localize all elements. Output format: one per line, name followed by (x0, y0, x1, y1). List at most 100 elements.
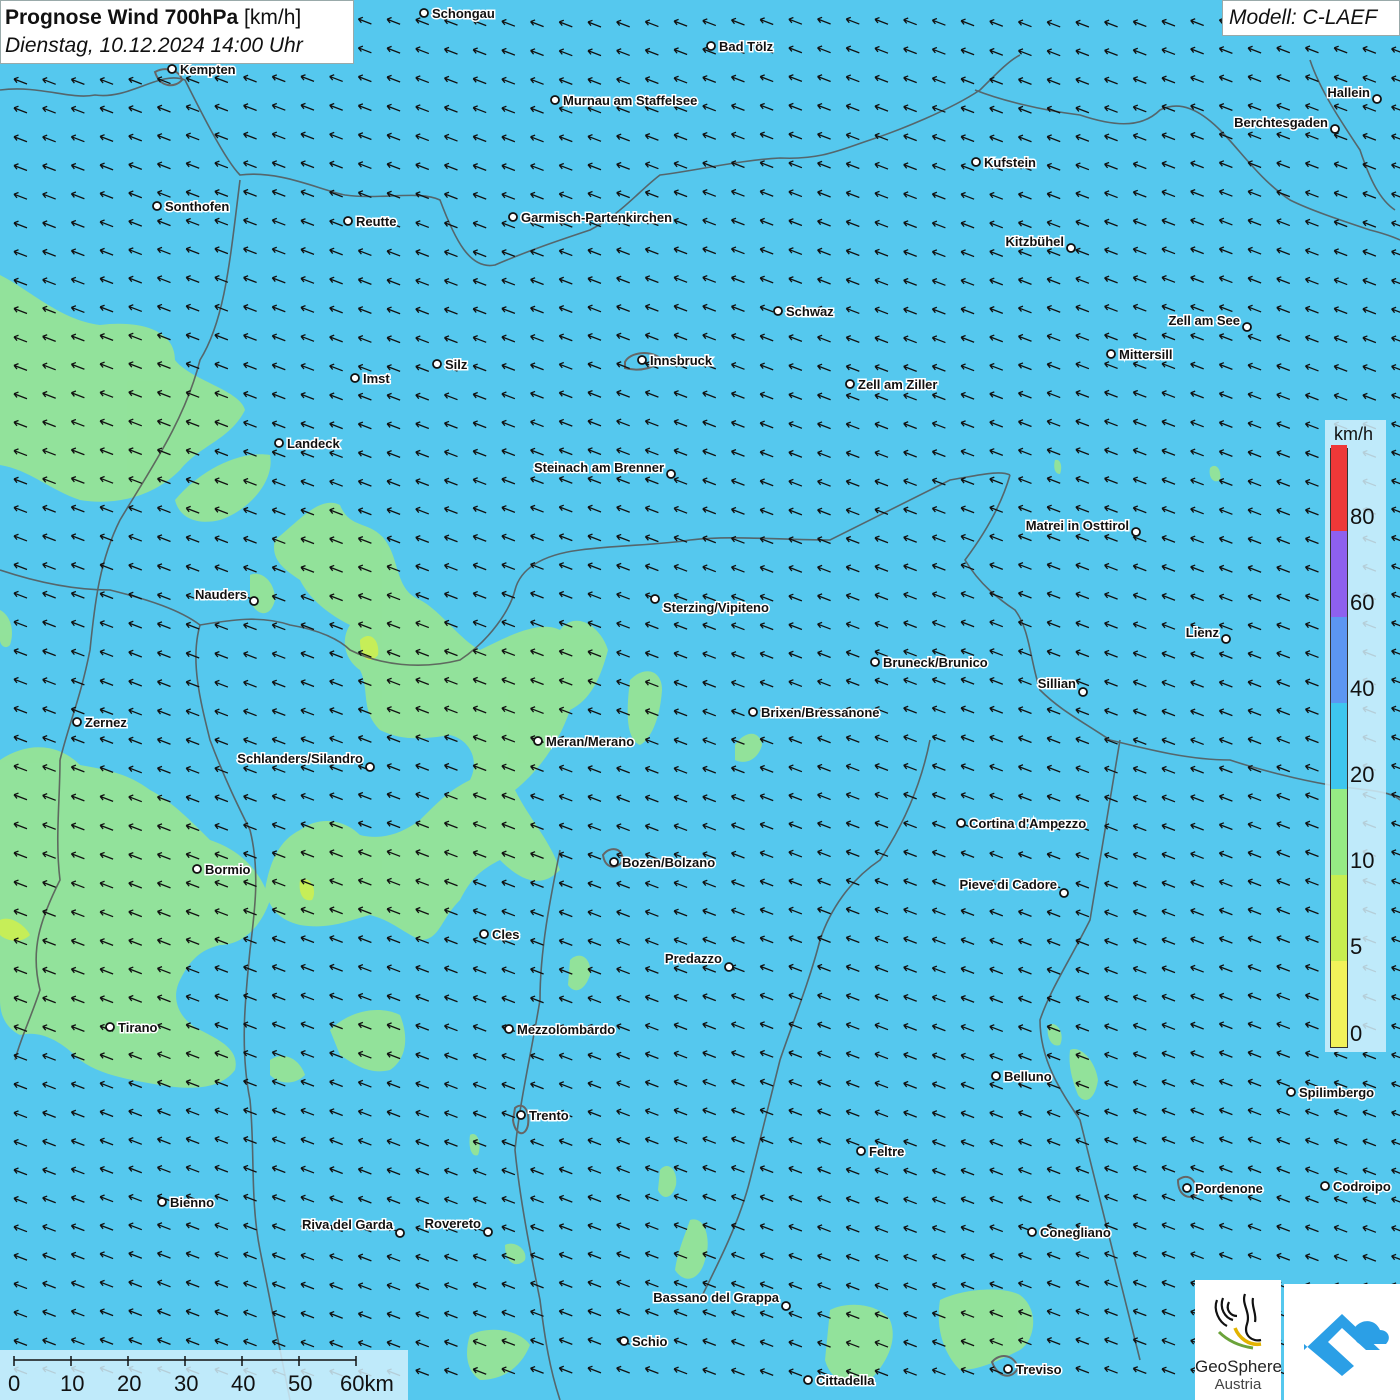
scale-label: 50 (288, 1371, 313, 1396)
legend-segment (1331, 961, 1347, 1047)
map-title-main: Prognose Wind 700hPa (5, 6, 239, 29)
city-dot (508, 212, 518, 222)
city-marker[interactable]: Bozen/Bolzano (609, 854, 717, 872)
city-dot (803, 1375, 813, 1385)
city-marker[interactable]: Murnau am Staffelsee (550, 92, 699, 110)
city-dot (504, 1024, 514, 1034)
city-label: Bruneck/Brunico (883, 655, 988, 670)
city-marker[interactable]: Bruneck/Brunico (870, 654, 989, 672)
city-marker[interactable]: Innsbruck (637, 352, 714, 370)
city-label: Hallein (1327, 85, 1370, 100)
map-title-panel: Prognose Wind 700hPa [km/h] Dienstag, 10… (0, 0, 354, 64)
city-dot (1242, 322, 1252, 332)
city-label: Berchtesgaden (1234, 115, 1328, 130)
city-marker[interactable]: Mezzolombardo (504, 1021, 617, 1039)
city-dot (666, 469, 676, 479)
city-label: Kitzbühel (1006, 234, 1065, 249)
city-label: Conegliano (1040, 1225, 1111, 1240)
legend-label: 5 (1350, 934, 1363, 959)
city-label: Mezzolombardo (517, 1022, 615, 1037)
city-label: Silz (445, 357, 468, 372)
model-label: Modell: C-LAEF (1229, 6, 1378, 29)
city-label: Zernez (85, 715, 127, 730)
legend-segment (1331, 703, 1347, 789)
city-dot (157, 1197, 167, 1207)
scale-label: 20 (117, 1371, 142, 1396)
city-label: Bienno (170, 1195, 214, 1210)
city-marker[interactable]: Spilimbergo (1286, 1084, 1376, 1102)
city-label: Mittersill (1119, 347, 1172, 362)
city-dot (152, 201, 162, 211)
city-dot (650, 594, 660, 604)
city-dot (609, 857, 619, 867)
legend-label: 40 (1350, 676, 1375, 701)
city-label: Feltre (869, 1144, 904, 1159)
city-label: Garmisch-Partenkirchen (521, 210, 672, 225)
city-label: Spilimbergo (1299, 1085, 1374, 1100)
geosphere-logo[interactable]: GeoSphere Austria (1195, 1280, 1282, 1400)
city-marker[interactable]: Meran/Merano (533, 733, 636, 751)
city-dot (845, 379, 855, 389)
legend-unit: km/h (1334, 424, 1374, 444)
logo-name: GeoSphere (1195, 1357, 1282, 1376)
city-marker[interactable]: Garmisch-Partenkirchen (508, 209, 674, 227)
city-label: Reutte (356, 214, 396, 229)
city-label: Cles (492, 927, 519, 942)
city-label: Sonthofen (165, 199, 229, 214)
city-label: Bad Tölz (719, 39, 774, 54)
city-dot (72, 717, 82, 727)
legend-label: 20 (1350, 762, 1375, 787)
city-marker[interactable]: Zell am Ziller (845, 376, 939, 394)
city-marker[interactable]: Schongau (419, 5, 496, 23)
wind-map[interactable]: Schongau Bad Tölz Kempten Murnau am Staffel… (0, 0, 1400, 1400)
city-label: Kempten (180, 62, 236, 77)
city-dot (1131, 527, 1141, 537)
city-dot (192, 864, 202, 874)
city-marker[interactable]: Pordenone (1182, 1180, 1264, 1198)
city-label: Cittadella (816, 1373, 875, 1388)
forecast-datetime: Dienstag, 10.12.2024 14:00 Uhr (5, 34, 303, 57)
city-marker[interactable]: Brixen/Bressanone (748, 704, 881, 722)
city-dot (350, 373, 360, 383)
city-dot (1003, 1364, 1013, 1374)
city-label: Landeck (287, 436, 341, 451)
city-dot (419, 8, 429, 18)
city-dot (479, 929, 489, 939)
city-dot (516, 1110, 526, 1120)
city-marker[interactable]: Sonthofen (152, 198, 231, 216)
legend-segment (1331, 789, 1347, 875)
legend-segment (1331, 617, 1347, 703)
city-dot (432, 359, 442, 369)
city-dot (533, 736, 543, 746)
legend-segment (1331, 531, 1347, 617)
city-dot (395, 1228, 405, 1238)
city-marker[interactable]: Conegliano (1027, 1224, 1112, 1242)
city-label: Rovereto (425, 1216, 481, 1231)
city-label: Schongau (432, 6, 495, 21)
legend-color-bar (1330, 445, 1348, 1048)
city-label: Zell am Ziller (858, 377, 937, 392)
city-dot (1078, 687, 1088, 697)
scale-label: 0 (8, 1371, 21, 1396)
city-marker[interactable]: Cortina d'Ampezzo (956, 815, 1088, 833)
logo-country: Austria (1214, 1376, 1262, 1393)
scale-label: 60km (340, 1371, 394, 1396)
scale-label: 30 (174, 1371, 199, 1396)
city-label: Bassano del Grappa (653, 1290, 779, 1305)
scale-bar: 0 10 20 30 40 50 60km (0, 1350, 408, 1400)
weather-app-logo[interactable] (1284, 1284, 1400, 1400)
legend-segment (1331, 875, 1347, 961)
geosphere-logo-icon (1214, 1293, 1262, 1350)
city-dot (856, 1146, 866, 1156)
city-label: Riva del Garda (302, 1217, 394, 1232)
city-label: Brixen/Bressanone (761, 705, 880, 720)
city-label: Innsbruck (650, 353, 713, 368)
city-dot (956, 818, 966, 828)
city-dot (365, 762, 375, 772)
legend-label: 60 (1350, 590, 1375, 615)
city-label: Tirano (118, 1020, 158, 1035)
city-dot (1066, 243, 1076, 253)
city-label: Pordenone (1195, 1181, 1263, 1196)
city-label: Steinach am Brenner (534, 460, 664, 475)
city-label: Imst (363, 371, 390, 386)
